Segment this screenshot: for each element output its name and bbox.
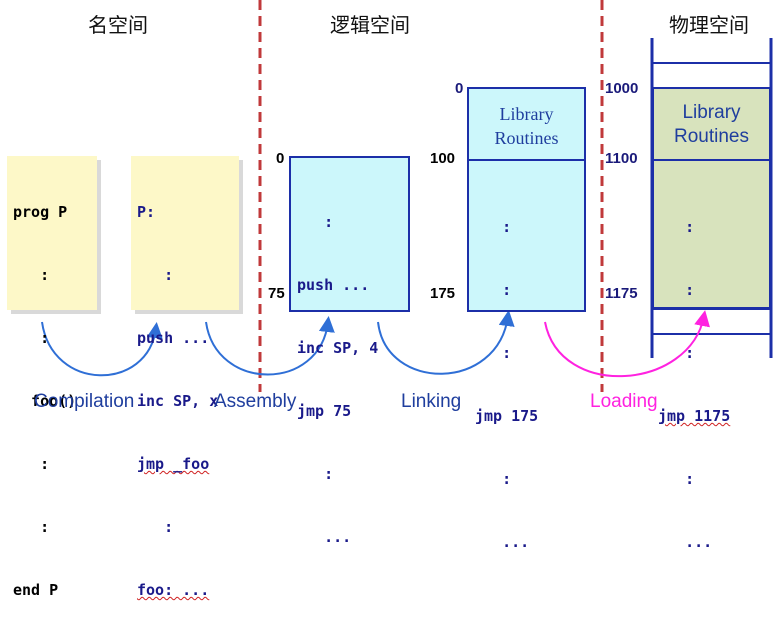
physical-line: : <box>658 281 695 299</box>
assembly-code-lines: P: : push ... inc SP, x jmp _foo : foo: … <box>137 160 218 643</box>
linked-line: jmp 175 <box>475 407 539 425</box>
assembly-line: foo: ... <box>137 581 210 599</box>
physical-memory-box: Library Routines : : : jmp 1175 : ... <box>652 87 771 551</box>
physical-library-title-line: Library <box>682 102 741 123</box>
physical-addr-top: 1000 <box>605 80 639 97</box>
assembly-line: P: <box>137 203 156 221</box>
source-line: : <box>13 455 50 473</box>
object-addr-bottom: 75 <box>268 285 285 302</box>
source-line: : <box>13 266 50 284</box>
assembly-code-box: P: : push ... inc SP, x jmp _foo : foo: … <box>131 156 239 599</box>
object-line: inc SP, 4 <box>297 339 379 357</box>
linked-library-title-line: Routines <box>494 128 559 148</box>
assembly-line: : <box>137 266 174 284</box>
linked-code-lines: : : : jmp 175 : ... <box>475 175 538 595</box>
object-line: jmp 75 <box>297 402 352 420</box>
physical-line: : <box>658 344 695 362</box>
object-line: : <box>297 465 334 483</box>
stage-label-linking: Linking <box>401 391 462 412</box>
physical-library-section: Library Routines <box>654 89 769 161</box>
assembly-line: : <box>137 518 174 536</box>
object-line: push ... <box>297 276 370 294</box>
linked-line: : <box>475 281 512 299</box>
assembly-line: inc SP, x <box>137 392 219 410</box>
object-module-box: : push ... inc SP, 4 jmp 75 : ... <box>289 156 410 546</box>
source-line: prog P <box>13 203 68 221</box>
physical-line: : <box>658 218 695 236</box>
physical-line: : <box>658 470 695 488</box>
assembly-line: jmp _foo <box>137 455 210 473</box>
source-line: end P <box>13 581 59 599</box>
linked-module-box: Library Routines : : : jmp 175 : ... <box>467 87 586 551</box>
stage-label-compilation: Compilation <box>34 391 135 412</box>
assembly-line: push ... <box>137 329 210 347</box>
linked-library-section: Library Routines <box>469 89 584 161</box>
linked-library-title-line: Library <box>499 104 554 124</box>
physical-code-lines: : : : jmp 1175 : ... <box>658 175 730 595</box>
linked-library-title: Library Routines <box>469 102 584 150</box>
stage-label-assembly: Assembly <box>214 391 297 412</box>
linked-line: ... <box>475 533 530 551</box>
linked-addr-top: 0 <box>455 80 464 97</box>
linked-line: : <box>475 344 512 362</box>
physical-line: ... <box>658 533 713 551</box>
source-line: : <box>13 329 50 347</box>
object-line: : <box>297 213 334 231</box>
object-line: ... <box>297 528 352 546</box>
source-code-box: prog P : : foo() : : end P <box>7 156 97 599</box>
physical-addr-bottom: 1175 <box>605 285 638 302</box>
linked-addr-bottom: 175 <box>430 285 456 302</box>
linked-line: : <box>475 218 512 236</box>
physical-line: jmp 1175 <box>658 407 731 425</box>
object-code-lines: : push ... inc SP, 4 jmp 75 : ... <box>297 170 378 590</box>
physical-library-title-line: Routines <box>674 126 749 147</box>
linked-addr-mid: 100 <box>430 150 456 167</box>
physical-library-title: Library Routines <box>654 101 769 149</box>
object-addr-top: 0 <box>276 150 285 167</box>
source-line: : <box>13 518 50 536</box>
stage-label-loading: Loading <box>590 391 658 412</box>
physical-addr-mid: 1100 <box>605 150 638 167</box>
linked-line: : <box>475 470 512 488</box>
